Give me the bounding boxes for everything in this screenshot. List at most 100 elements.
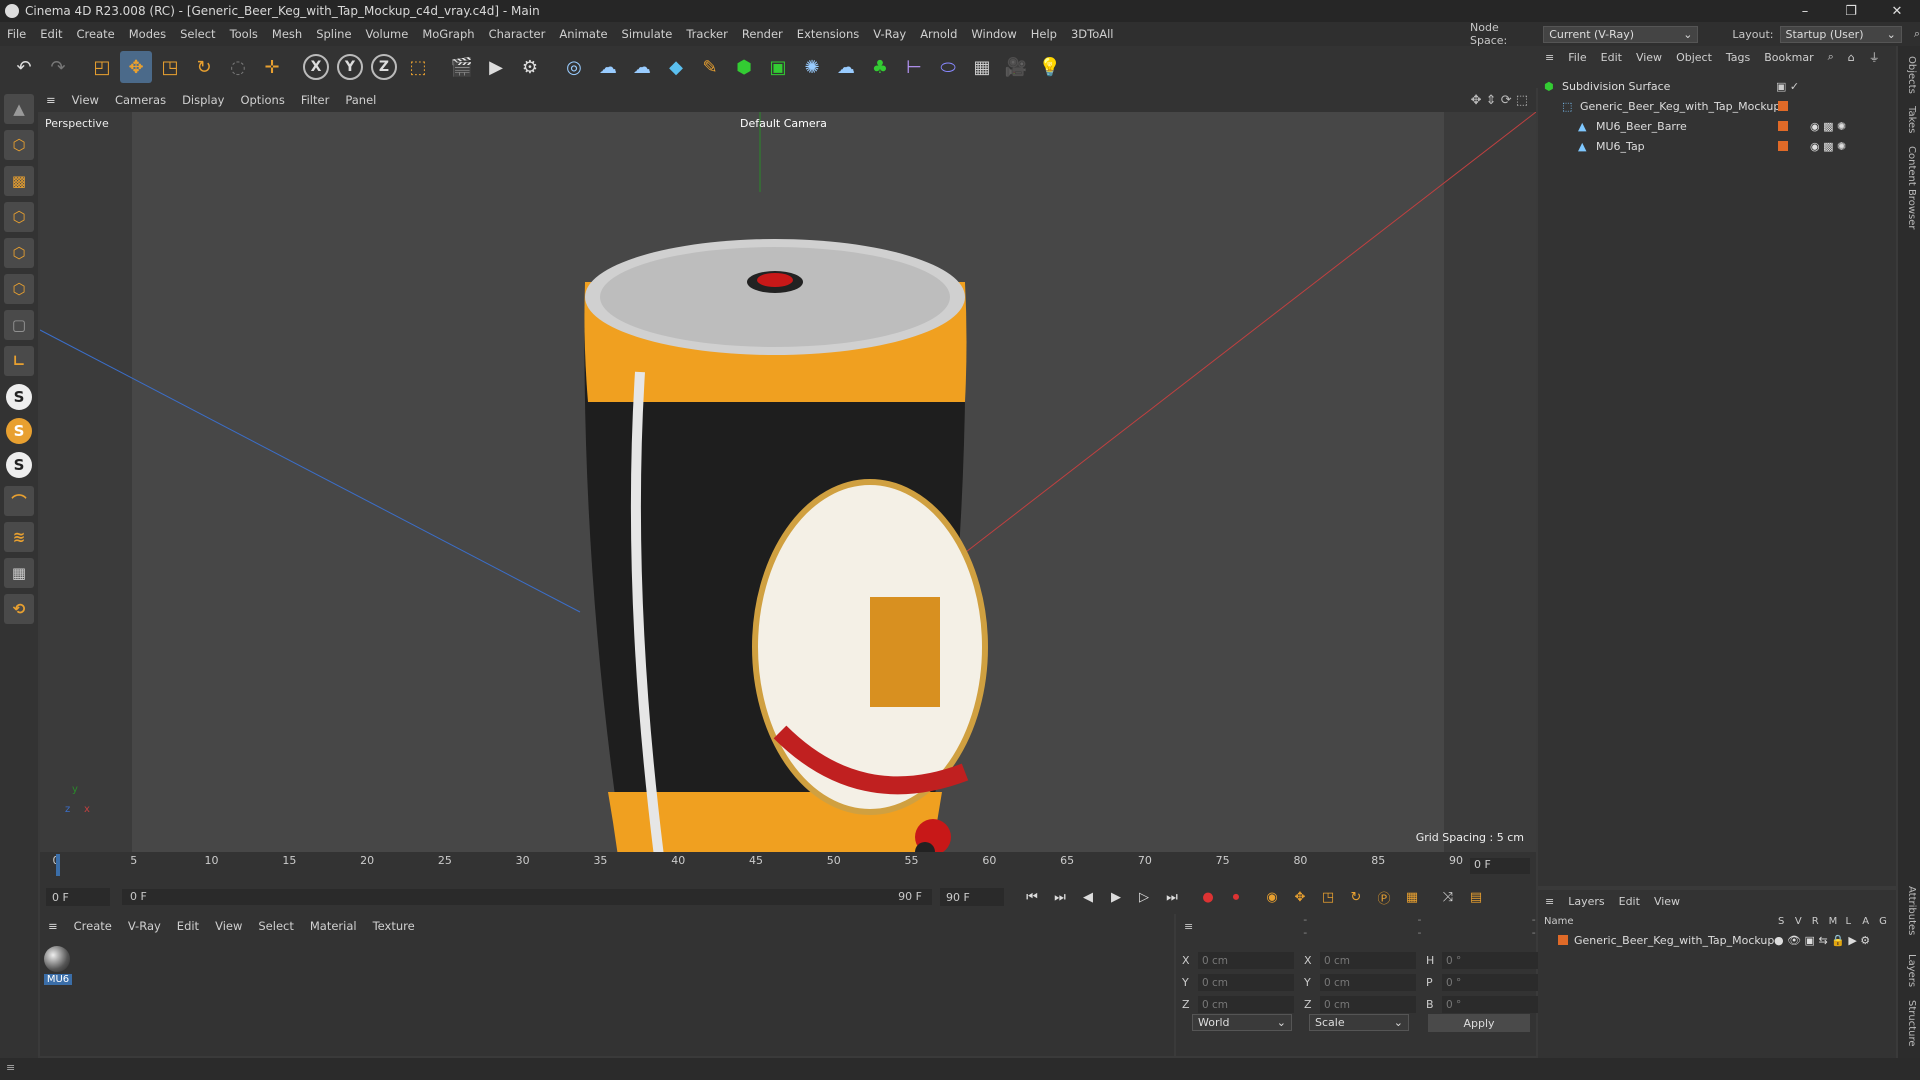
size-x-field[interactable]: 0 cm [1320, 952, 1416, 969]
tab-takes[interactable]: Takes [1906, 106, 1917, 133]
undo-icon[interactable]: ↶ [8, 51, 40, 83]
render-settings-icon[interactable]: ⚙ [514, 51, 546, 83]
deformer-icon[interactable]: ☁ [830, 51, 862, 83]
menu-spline[interactable]: Spline [309, 27, 358, 41]
rotation-p-field[interactable]: 0 ° [1442, 974, 1538, 991]
objects-menu-view[interactable]: View [1629, 51, 1669, 64]
tab-content-browser[interactable]: Content Browser [1906, 146, 1917, 229]
texture-mode-icon[interactable]: ▩ [4, 166, 34, 196]
z-axis-lock-icon[interactable]: Z [371, 54, 397, 80]
material-tags-icon[interactable]: ◉ ▩ ✺ [1810, 140, 1846, 153]
menu-vray[interactable]: V-Ray [866, 27, 913, 41]
menu-create[interactable]: Create [70, 27, 122, 41]
extrude-icon[interactable]: ▣ [762, 51, 794, 83]
mograph-icon[interactable]: ✺ [796, 51, 828, 83]
motion-icon[interactable]: ▤ [1464, 885, 1488, 909]
material-menu-vray[interactable]: V-Ray [120, 919, 169, 933]
render-picture-viewer-icon[interactable]: ▶ [480, 51, 512, 83]
home-icon[interactable]: ⌂ [1841, 51, 1862, 64]
camera-icon[interactable]: 🎥 [1000, 51, 1032, 83]
layer-tag-icon[interactable] [1778, 141, 1788, 151]
objects-menu-object[interactable]: Object [1669, 51, 1719, 64]
objects-menu-edit[interactable]: Edit [1594, 51, 1629, 64]
redo-icon[interactable]: ↷ [42, 51, 74, 83]
make-editable-icon[interactable]: ▲ [4, 94, 34, 124]
vray-icon[interactable]: ◎ [558, 51, 590, 83]
grid-icon[interactable]: ▦ [4, 558, 34, 588]
layer-row[interactable]: Generic_Beer_Keg_with_Tap_Mockup ● 👁 ▣ ⇆… [1538, 930, 1896, 950]
start-frame-field[interactable]: 0 F [46, 888, 110, 906]
menu-volume[interactable]: Volume [359, 27, 416, 41]
timeline-ruler[interactable]: 051015202530354045505560657075808590 0 F [40, 852, 1536, 880]
menu-render[interactable]: Render [735, 27, 790, 41]
edges-mode-icon[interactable]: ⬡ [4, 238, 34, 268]
menu-arnold[interactable]: Arnold [913, 27, 964, 41]
scale-icon[interactable]: ◳ [154, 51, 186, 83]
camera-label[interactable]: Default Camera [740, 117, 827, 130]
material-menu-edit[interactable]: Edit [169, 919, 207, 933]
tree-item-subdivision-surface[interactable]: ⬢ Subdivision Surface ▣ ✓ [1538, 76, 1896, 96]
menu-select[interactable]: Select [173, 27, 222, 41]
menu-help[interactable]: Help [1024, 27, 1064, 41]
tab-objects[interactable]: Objects [1906, 56, 1917, 94]
prev-frame-icon[interactable]: ◀ [1076, 885, 1100, 909]
key-scale-icon[interactable]: ◳ [1316, 885, 1340, 909]
checkmark-icon[interactable]: ▣ ✓ [1776, 80, 1799, 93]
hamburger-icon[interactable]: ≡ [6, 1061, 15, 1074]
viewport-menu-cameras[interactable]: Cameras [107, 93, 174, 107]
layers-menu-edit[interactable]: Edit [1612, 895, 1647, 908]
rotation-b-field[interactable]: 0 ° [1442, 996, 1538, 1013]
menu-mograph[interactable]: MoGraph [415, 27, 481, 41]
hamburger-icon[interactable]: ≡ [1184, 920, 1193, 933]
snap-icon[interactable]: S [6, 384, 32, 410]
live-selection-icon[interactable]: ◰ [86, 51, 118, 83]
tree-item-keg-mockup[interactable]: ⬚ Generic_Beer_Keg_with_Tap_Mockup [1538, 96, 1896, 116]
tab-layers[interactable]: Layers [1906, 954, 1917, 987]
x-axis-lock-icon[interactable]: X [303, 54, 329, 80]
hamburger-icon[interactable]: ≡ [1538, 51, 1561, 64]
tab-attributes[interactable]: Attributes [1906, 886, 1917, 935]
menu-animate[interactable]: Animate [552, 27, 614, 41]
move-icon[interactable]: ✥ [120, 51, 152, 83]
hamburger-icon[interactable]: ≡ [1538, 895, 1561, 908]
record-icon[interactable]: ● [1196, 885, 1220, 909]
objects-menu-bookmarks[interactable]: Bookmar [1757, 51, 1820, 64]
subdivision-icon[interactable]: ⬢ [728, 51, 760, 83]
menu-character[interactable]: Character [482, 27, 553, 41]
prev-key-icon[interactable]: ⏭ [1048, 885, 1072, 909]
snap-settings-icon[interactable]: S [6, 418, 32, 444]
y-axis-lock-icon[interactable]: Y [337, 54, 363, 80]
menu-file[interactable]: File [0, 27, 33, 41]
material-menu-create[interactable]: Create [66, 919, 120, 933]
objects-menu-tags[interactable]: Tags [1719, 51, 1757, 64]
timeline-icon[interactable]: ⤨ [1436, 885, 1460, 909]
layer-toggles-icon[interactable]: ● 👁 ▣ ⇆ 🔒 ▶ ⚙ [1774, 934, 1870, 947]
workplane-icon[interactable]: ≋ [4, 522, 34, 552]
layer-tag-icon[interactable] [1778, 121, 1788, 131]
coordinate-system-icon[interactable]: ⬚ [402, 51, 434, 83]
material-tags-icon[interactable]: ◉ ▩ ✺ [1810, 120, 1846, 133]
layout-dropdown[interactable]: Startup (User) ⌄ [1779, 25, 1902, 43]
quantize-icon[interactable]: S [6, 452, 32, 478]
layers-menu-view[interactable]: View [1647, 895, 1687, 908]
model-mode-icon[interactable]: ⬡ [4, 130, 34, 160]
node-space-dropdown[interactable]: Current (V-Ray) ⌄ [1543, 25, 1699, 43]
menu-window[interactable]: Window [964, 27, 1023, 41]
range-slider[interactable]: 0 F 90 F [122, 889, 932, 905]
coord-mode-dropdown[interactable]: World ⌄ [1192, 1014, 1292, 1031]
layer-tag-icon[interactable] [1778, 101, 1788, 111]
magnet-icon[interactable]: ⌒ [4, 486, 34, 516]
tab-structure[interactable]: Structure [1906, 1000, 1917, 1047]
rotation-h-field[interactable]: 0 ° [1442, 952, 1538, 969]
goto-start-icon[interactable]: ⏮ [1020, 885, 1044, 909]
coord-scale-dropdown[interactable]: Scale ⌄ [1309, 1014, 1409, 1031]
material-menu-material[interactable]: Material [302, 919, 365, 933]
apply-button[interactable]: Apply [1428, 1014, 1530, 1032]
material-swatch[interactable]: MU6 [44, 946, 72, 988]
uv-mode-icon[interactable]: ▢ [4, 310, 34, 340]
points-mode-icon[interactable]: ⬡ [4, 202, 34, 232]
hamburger-icon[interactable]: ≡ [38, 93, 64, 107]
rotate-icon[interactable]: ↻ [188, 51, 220, 83]
restore-icon[interactable]: ❐ [1828, 0, 1874, 22]
goto-end-icon[interactable]: ⏭ [1160, 885, 1184, 909]
